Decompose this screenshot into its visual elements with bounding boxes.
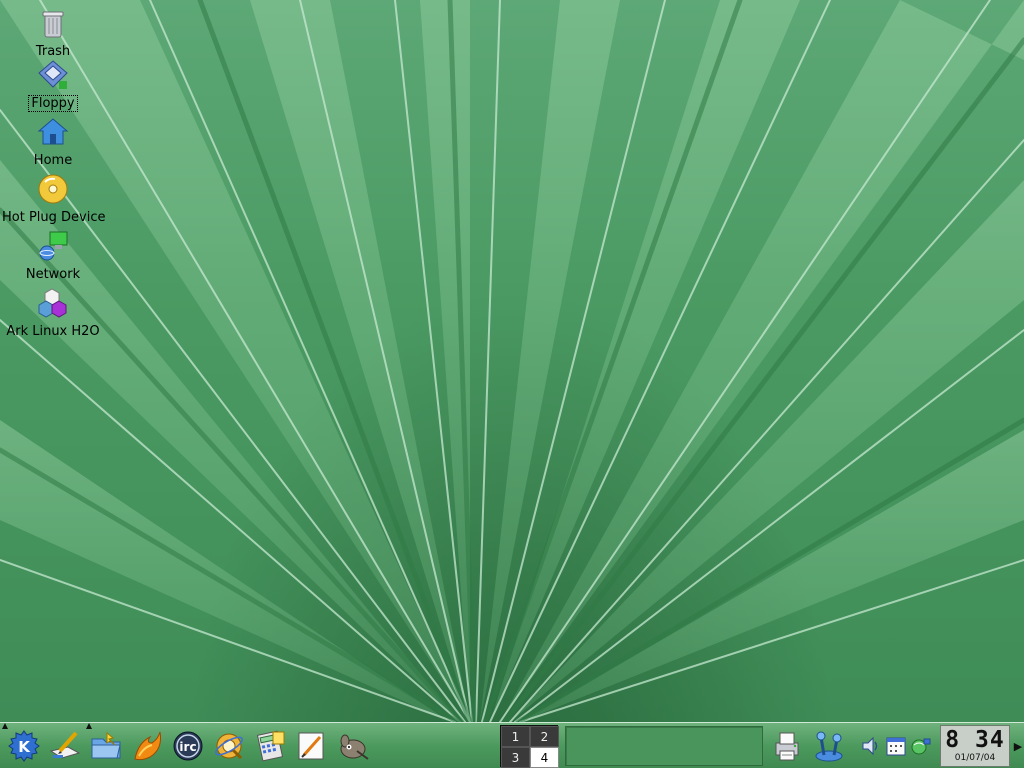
quanta-icon bbox=[214, 733, 243, 760]
ark-linux-icon bbox=[38, 288, 67, 318]
launcher-text-editor[interactable] bbox=[44, 726, 85, 766]
pager-desktop-2[interactable]: 2 bbox=[530, 726, 559, 747]
launcher-drawing[interactable] bbox=[290, 726, 331, 766]
drawing-icon bbox=[298, 732, 323, 760]
taskbar[interactable] bbox=[565, 726, 763, 766]
network-status-icon[interactable] bbox=[910, 735, 932, 757]
panel-scroll-right-button[interactable]: ▶ bbox=[1012, 737, 1024, 755]
svg-text:K: K bbox=[18, 738, 31, 756]
print-manager-button[interactable] bbox=[766, 726, 808, 766]
kde-menu-icon: K bbox=[7, 730, 40, 762]
calculator-icon bbox=[256, 730, 284, 762]
desktop-icon-label: Ark Linux H2O bbox=[6, 324, 100, 339]
desktop-icon-trash[interactable]: Trash bbox=[0, 6, 106, 59]
desktop-icon-hot-plug-device[interactable]: Hot Plug Device bbox=[0, 172, 106, 225]
printer-icon bbox=[775, 732, 799, 761]
cdrom-icon bbox=[38, 174, 68, 204]
quick-launch-bar: K irc bbox=[3, 726, 372, 766]
launcher-calculator[interactable] bbox=[249, 726, 290, 766]
volume-icon[interactable] bbox=[860, 735, 882, 757]
desktop-icon-label: Floppy bbox=[28, 95, 78, 112]
gimp-icon bbox=[340, 734, 369, 760]
desktop-icon-label: Hot Plug Device bbox=[2, 210, 106, 225]
desktop-icon-floppy[interactable]: Floppy bbox=[0, 58, 106, 112]
network-icon bbox=[39, 231, 68, 261]
desktop-icon-network[interactable]: Network bbox=[0, 229, 106, 282]
control-center-button[interactable] bbox=[808, 726, 850, 766]
desktop-icon-label: Home bbox=[33, 153, 73, 168]
pager-desktop-3[interactable]: 3 bbox=[501, 747, 530, 768]
text-editor-icon bbox=[49, 731, 80, 759]
panel-clock[interactable]: 8 34 01/07/04 bbox=[940, 725, 1010, 767]
pager-desktop-4[interactable]: 4 bbox=[530, 747, 559, 768]
file-manager-icon bbox=[91, 731, 121, 759]
irc-icon: irc bbox=[173, 731, 202, 761]
desktop-icon-home[interactable]: Home bbox=[0, 115, 106, 168]
launcher-quanta[interactable] bbox=[208, 726, 249, 766]
chevron-right-icon: ▶ bbox=[1013, 739, 1023, 753]
desktop-icon-ark-linux-h2o[interactable]: Ark Linux H2O bbox=[0, 286, 106, 339]
trash-icon bbox=[42, 11, 64, 38]
pager-desktop-1[interactable]: 1 bbox=[501, 726, 530, 747]
floppy-icon bbox=[38, 60, 68, 89]
clock-date: 01/07/04 bbox=[954, 753, 996, 763]
system-buttons bbox=[766, 726, 850, 766]
launcher-gimp[interactable] bbox=[331, 726, 372, 766]
firefox-icon bbox=[133, 731, 161, 761]
system-tray bbox=[858, 729, 934, 763]
launcher-irc-client[interactable]: irc bbox=[167, 726, 208, 766]
launcher-file-manager[interactable] bbox=[85, 726, 126, 766]
desktop-icon-label: Network bbox=[25, 267, 81, 282]
desktop-icon-label: Trash bbox=[35, 44, 71, 59]
calendar-icon[interactable] bbox=[885, 735, 907, 757]
launcher-firefox[interactable] bbox=[126, 726, 167, 766]
svg-text:irc: irc bbox=[179, 740, 196, 754]
home-icon bbox=[37, 118, 69, 145]
palm-leaf-wallpaper bbox=[0, 0, 1024, 722]
desktop-pager: 1 2 3 4 bbox=[500, 725, 559, 768]
clock-time: 8 34 bbox=[945, 727, 1005, 753]
kde-panel: K irc 1 2 3 4 8 34 01/07/04 ▶ bbox=[0, 722, 1024, 768]
desktop-wallpaper[interactable]: Trash Floppy Home Hot Plug Device Networ… bbox=[0, 0, 1024, 722]
control-center-icon bbox=[815, 731, 843, 762]
kde-menu-button[interactable]: K bbox=[3, 726, 44, 766]
